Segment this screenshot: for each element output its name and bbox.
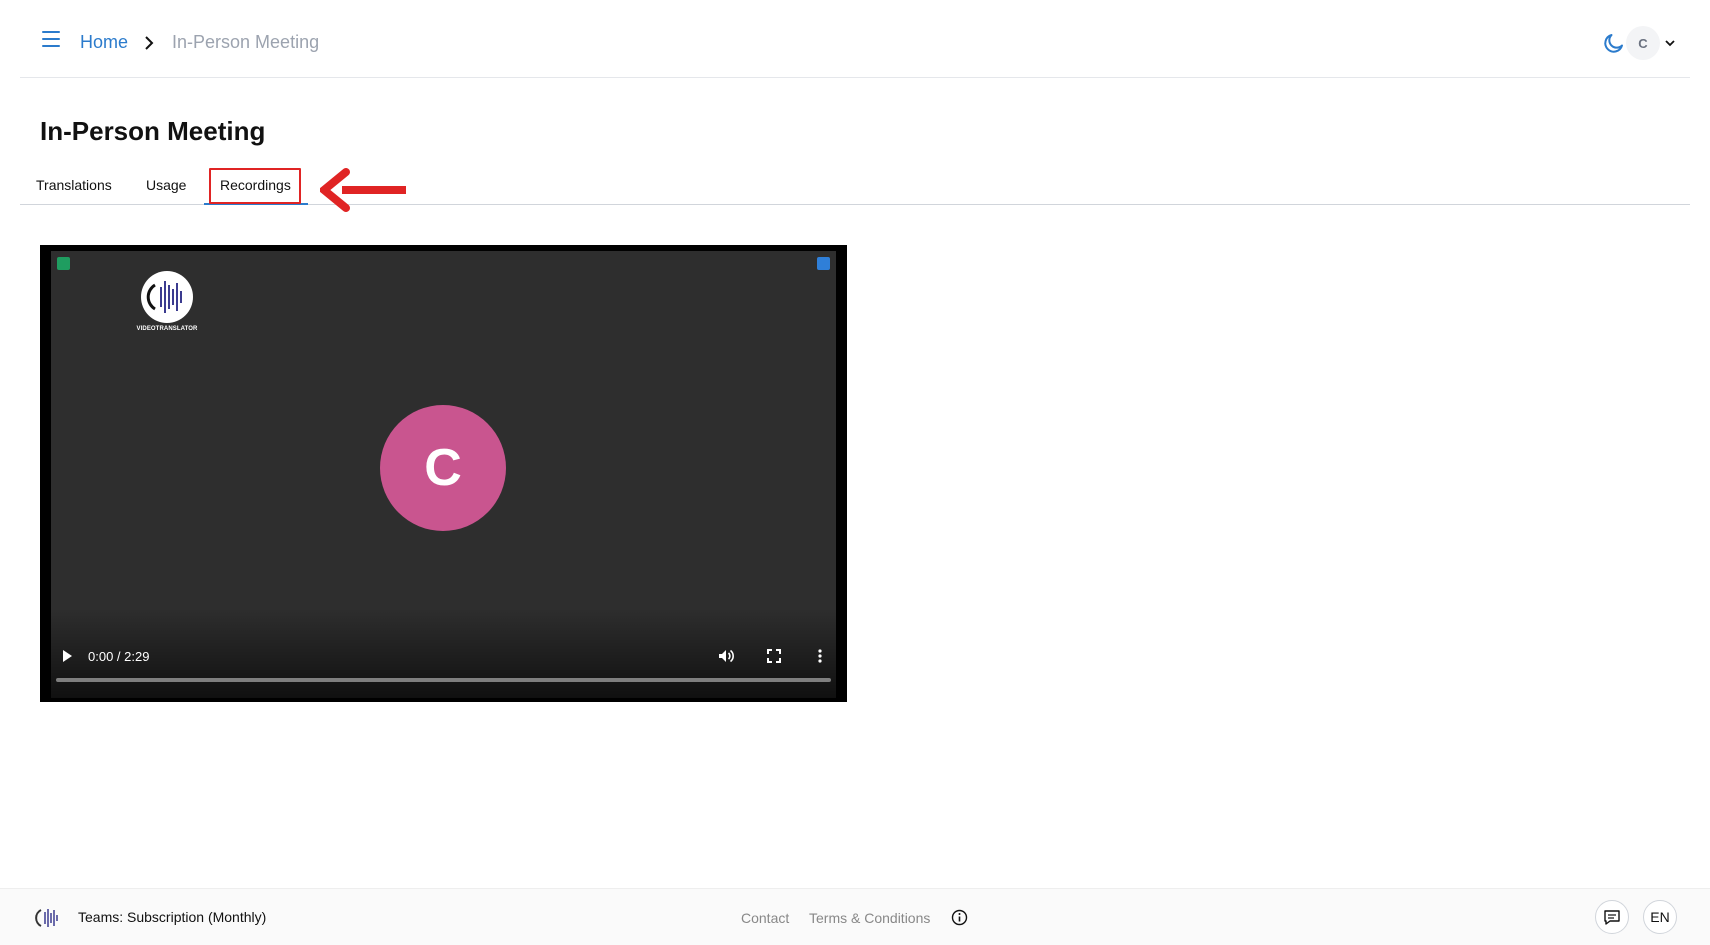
breadcrumb: Home In-Person Meeting [80, 32, 319, 53]
terms-link[interactable]: Terms & Conditions [809, 910, 930, 926]
user-menu-button[interactable]: C [1626, 26, 1676, 60]
play-icon[interactable] [59, 648, 75, 664]
page-title: In-Person Meeting [40, 116, 266, 146]
fullscreen-icon[interactable] [766, 648, 782, 664]
chat-icon [1604, 910, 1620, 925]
logo-text: VIDEOTRANSLATOR [136, 326, 198, 332]
tab-usage[interactable]: Usage [146, 177, 186, 193]
language-button[interactable]: EN [1643, 900, 1677, 934]
volume-icon[interactable] [717, 647, 735, 665]
app-logo-icon [35, 909, 58, 927]
more-badge-icon [817, 257, 830, 270]
breadcrumb-current: In-Person Meeting [172, 32, 320, 52]
contact-link[interactable]: Contact [741, 910, 789, 926]
more-vertical-icon[interactable] [812, 648, 828, 664]
tab-translations[interactable]: Translations [36, 177, 112, 193]
menu-icon[interactable] [40, 30, 62, 48]
time-display: 0:00 / 2:29 [88, 649, 150, 664]
video-frame: VIDEOTRANSLATOR C 0:00 / 2:29 [51, 251, 836, 698]
chart-badge-icon [57, 257, 70, 270]
footer: Teams: Subscription (Monthly) Contact Te… [0, 888, 1710, 945]
video-player[interactable]: VIDEOTRANSLATOR C 0:00 / 2:29 [40, 245, 847, 702]
annotation-arrow-icon [320, 168, 406, 212]
breadcrumb-home-link[interactable]: Home [80, 32, 128, 53]
videotranslator-logo: VIDEOTRANSLATOR [130, 271, 204, 332]
logo-waveform-icon [146, 281, 182, 313]
top-bar: Home In-Person Meeting C [20, 0, 1690, 78]
avatar: C [1626, 26, 1660, 60]
chevron-down-icon [1665, 40, 1675, 47]
moon-icon[interactable] [1602, 31, 1626, 55]
progress-bar[interactable] [56, 678, 831, 682]
participant-avatar: C [380, 405, 506, 531]
chat-button[interactable] [1595, 900, 1629, 934]
highlight-box [209, 168, 301, 204]
info-icon[interactable] [951, 909, 968, 926]
subscription-label: Teams: Subscription (Monthly) [78, 909, 267, 925]
chevron-right-icon [142, 35, 156, 50]
